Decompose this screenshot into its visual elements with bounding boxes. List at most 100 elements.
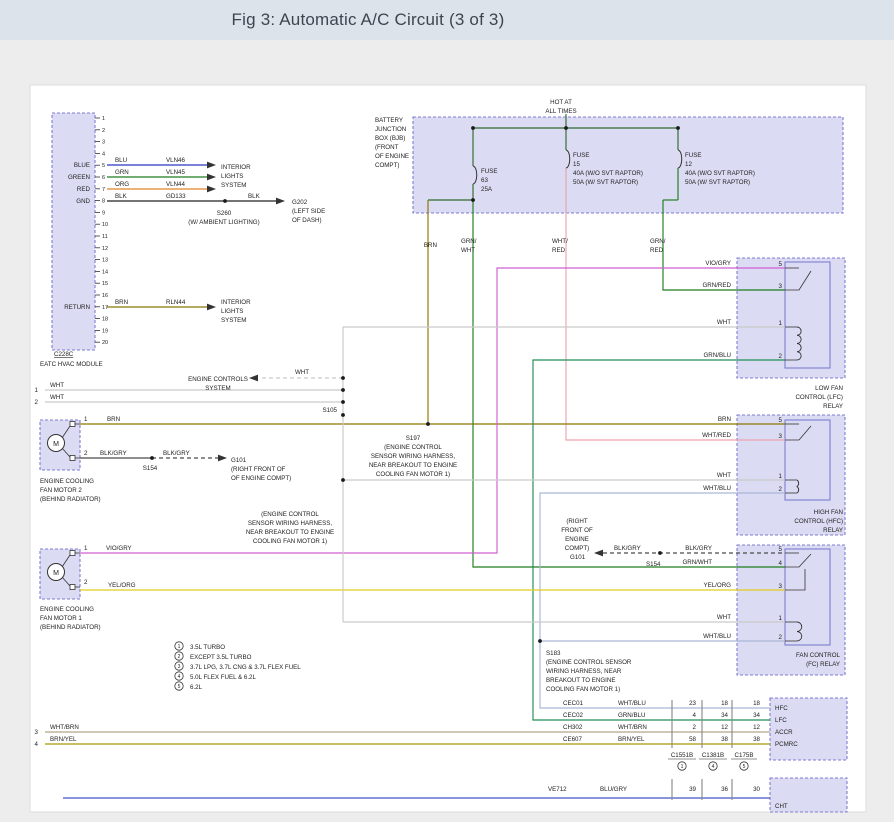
diagram-label: 39 (689, 786, 696, 793)
diagram-label: OF DASH) (292, 217, 322, 224)
diagram-label: WHT/ (552, 238, 568, 245)
note-circle-number: 2 (178, 654, 181, 660)
diagram-label: WHT/BLU (703, 633, 731, 640)
pin-number: 16 (102, 293, 108, 299)
diagram-label: HFC (775, 705, 788, 712)
diagram-label: COMPT) (565, 545, 589, 552)
eatc-hvac-module-box (52, 113, 95, 350)
diagram-label: WHT (50, 394, 64, 401)
pin-number: 3 (102, 140, 105, 146)
diagram-label: GRN/ (461, 238, 477, 245)
diagram-label: (RIGHT FRONT OF (231, 466, 286, 473)
diagram-label: 63 (481, 177, 488, 184)
pin-number: 17 (102, 305, 108, 311)
motor2-terminal-2 (70, 456, 75, 461)
diagram-label: 2 (84, 579, 88, 586)
battery-junction-box (413, 117, 843, 213)
diagram-label: RED (552, 247, 566, 254)
diagram-label: ACCR (775, 729, 793, 736)
diagram-label: S154 (143, 465, 158, 472)
pin-number: 9 (102, 210, 105, 216)
diagram-label: 12 (685, 161, 692, 168)
note-circle-number: 1 (178, 644, 181, 650)
diagram-label: (BEHIND RADIATOR) (40, 624, 101, 631)
diagram-label: RLN44 (166, 299, 186, 306)
diagram-label: 15 (573, 161, 580, 168)
diagram-label: (ENGINE CONTROL (384, 444, 442, 451)
diagram-label: SYSTEM (221, 182, 246, 189)
diagram-label: S197 (406, 435, 421, 442)
diagram-label: BLK/GRY (100, 450, 127, 457)
diagram-label: GD133 (166, 193, 186, 200)
diagram-label: HOT AT (550, 99, 572, 106)
diagram-label: NEAR BREAKOUT TO ENGINE (246, 529, 334, 536)
diagram-label: 50A (W/ SVT RAPTOR) (685, 179, 750, 186)
diagram-label: 30 (753, 786, 760, 793)
diagram-label: 36 (721, 786, 728, 793)
pin-number: 18 (102, 317, 108, 323)
diagram-label: CE607 (563, 736, 582, 743)
diagram-label: (FRONT (375, 144, 399, 151)
motor1-terminal-1 (70, 551, 75, 556)
diagram-label: GREEN (68, 174, 90, 181)
diagram-label: FUSE (685, 152, 702, 159)
diagram-label: BOX (BJB) (375, 135, 405, 142)
diagram-label: 6.2L (190, 684, 203, 691)
diagram-label: VIO/GRY (705, 260, 731, 267)
pin-number: 6 (102, 175, 105, 181)
diagram-label: 58 (689, 736, 696, 743)
diagram-label: 3 (35, 729, 39, 736)
pin-number: 13 (102, 258, 108, 264)
diagram-label: GND (76, 198, 90, 205)
pin-number: 14 (102, 269, 108, 275)
splice-dot (564, 126, 568, 130)
diagram-label: INTERIOR (221, 164, 251, 171)
diagram-label: G202 (292, 199, 308, 206)
wiring-diagram: 123456789101112131415161718192012345145B… (0, 0, 894, 822)
splice-dot (471, 198, 475, 202)
diagram-label: WHT/BLU (618, 700, 646, 707)
diagram-label: S154 (646, 561, 661, 568)
diagram-label: SYSTEM (221, 317, 246, 324)
note-circle-number: 5 (743, 764, 746, 770)
splice-dot (658, 551, 662, 555)
diagram-label: 5 (779, 261, 783, 268)
motor2-terminal-1 (70, 422, 75, 427)
diagram-label: BLU/GRY (600, 786, 627, 793)
diagram-label: G101 (231, 457, 247, 464)
diagram-label: (ENGINE CONTROL SENSOR (546, 659, 632, 666)
diagram-label: LOW FAN (815, 385, 843, 392)
diagram-label: CONTROL (HFC) (794, 518, 843, 525)
diagram-label: WHT/BLU (703, 485, 731, 492)
diagram-label: S260 (217, 210, 232, 217)
diagram-label: BLUE (74, 162, 90, 169)
diagram-label: 2 (779, 353, 783, 360)
diagram-label: HIGH FAN (814, 509, 843, 516)
diagram-label: YEL/ORG (108, 582, 136, 589)
diagram-label: GRN/WHT (682, 559, 712, 566)
diagram-label: SENSOR WIRING HARNESS, (371, 453, 456, 460)
diagram-label: 38 (753, 736, 760, 743)
splice-dot (426, 422, 430, 426)
diagram-label: (RIGHT (566, 518, 588, 525)
diagram-label: 38 (721, 736, 728, 743)
diagram-label: 1 (35, 387, 39, 394)
splice-dot (150, 456, 154, 460)
diagram-label: WHT (50, 382, 64, 389)
lfc-relay-inner (785, 262, 830, 368)
diagram-label: BRN (424, 242, 437, 249)
diagram-label: BRN (107, 416, 120, 423)
screen: { "header": { "title": "Fig 3: Automatic… (0, 0, 894, 822)
note-circle-number: 4 (178, 674, 181, 680)
diagram-label: FUSE (573, 152, 590, 159)
diagram-label: 2 (779, 486, 783, 493)
splice-dot (341, 413, 345, 417)
pin-number: 20 (102, 340, 108, 346)
diagram-label: 3.7L LPG, 3.7L CNG & 3.7L FLEX FUEL (190, 664, 301, 671)
diagram-label: SENSOR WIRING HARNESS, (248, 520, 333, 527)
diagram-label: 2 (693, 724, 697, 731)
diagram-label: WIRING HARNESS, NEAR (546, 668, 622, 675)
diagram-label: BREAKOUT TO ENGINE (546, 677, 615, 684)
diagram-label: 3 (779, 283, 783, 290)
diagram-label: GRN/BLU (703, 352, 731, 359)
